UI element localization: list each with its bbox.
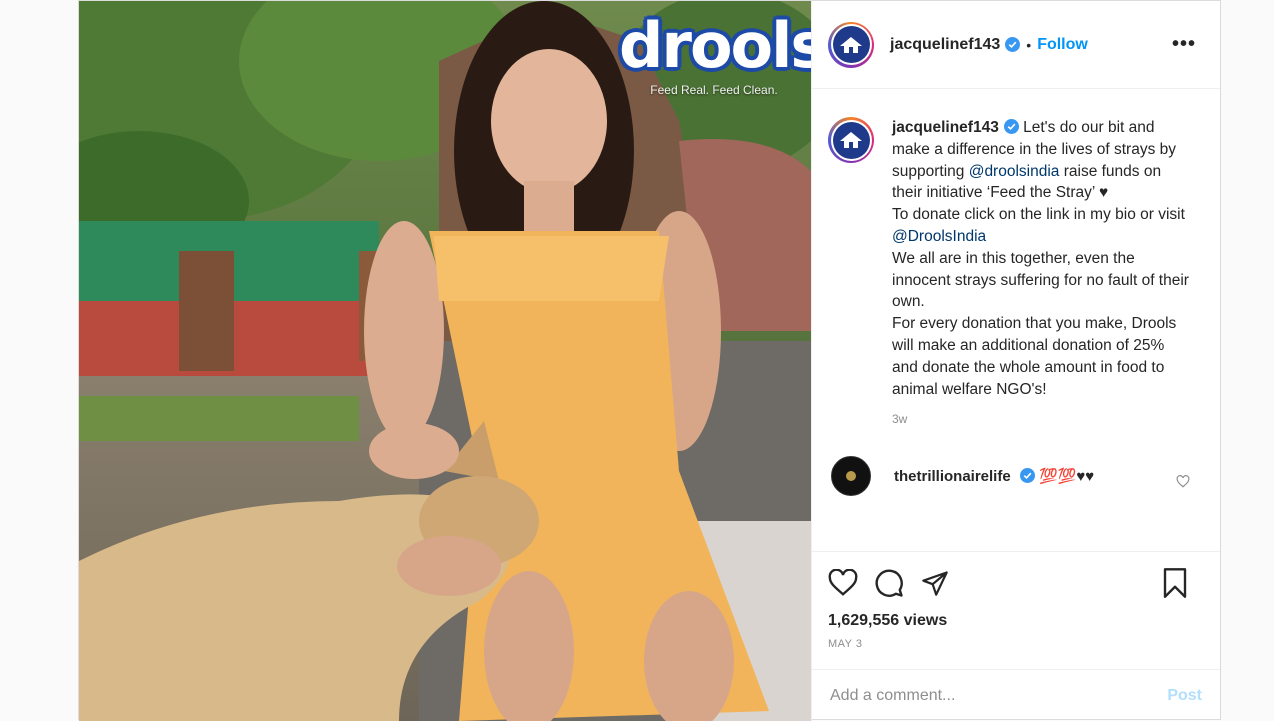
post-comment-button[interactable]: Post — [1167, 687, 1202, 705]
like-comment-icon[interactable] — [1176, 474, 1190, 488]
commenter-avatar[interactable] — [831, 456, 871, 497]
caption-timestamp[interactable]: 3w — [892, 412, 1204, 426]
comment-body: 💯💯♥♥ — [1039, 468, 1095, 486]
comment-bubble-icon[interactable] — [874, 568, 904, 598]
commenter-username[interactable]: thetrillionairelife — [894, 468, 1011, 485]
comment-text: thetrillionairelife 💯💯♥♥ — [894, 467, 1094, 485]
post-details-panel: jacquelinef143 • Follow ••• jacquelinef1… — [811, 1, 1220, 721]
verified-badge-icon — [1019, 468, 1035, 484]
share-paperplane-icon[interactable] — [920, 569, 950, 597]
profile-avatar[interactable] — [828, 21, 874, 68]
caption-line: To donate click on the link in my bio or… — [892, 206, 1185, 224]
post-header: jacquelinef143 • Follow ••• — [812, 1, 1220, 89]
post-date[interactable]: MAY 3 — [828, 638, 1204, 650]
caption-text: jacquelinef143 Let's do our bit and make… — [892, 117, 1192, 400]
post-caption: jacquelinef143 Let's do our bit and make… — [828, 117, 1204, 400]
post-video[interactable]: drools Feed Real. Feed Clean. — [79, 1, 811, 721]
verified-badge-icon — [1005, 37, 1021, 52]
avatar-emblem-icon — [840, 36, 862, 53]
comment-input[interactable] — [830, 686, 1168, 705]
instagram-post-modal: drools Feed Real. Feed Clean. jacqueline… — [78, 0, 1221, 721]
caption-line: For every donation that you make, Drools… — [892, 315, 1177, 398]
comment-item: thetrillionairelife 💯💯♥♥ — [828, 456, 1204, 497]
add-comment-bar: Post — [812, 669, 1220, 721]
avatar-emblem-icon — [840, 132, 862, 148]
follow-button[interactable]: Follow — [1037, 36, 1088, 54]
separator-dot: • — [1026, 36, 1032, 53]
drools-logo-overlay: drools Feed Real. Feed Clean. — [619, 9, 811, 98]
action-icons-row — [828, 566, 1204, 600]
verified-badge-icon — [1003, 119, 1019, 134]
post-actions: 1,629,556 views MAY 3 — [812, 551, 1220, 669]
post-author-username[interactable]: jacquelinef143 — [890, 36, 1000, 54]
brand-tagline: Feed Real. Feed Clean. — [650, 83, 778, 97]
more-options-button[interactable]: ••• — [1172, 33, 1204, 56]
view-count[interactable]: 1,629,556 views — [828, 612, 1204, 630]
save-bookmark-icon[interactable] — [1162, 568, 1188, 598]
comments-section[interactable]: jacquelinef143 Let's do our bit and make… — [812, 89, 1220, 551]
mention-link[interactable]: @droolsindia — [969, 163, 1060, 180]
like-heart-icon[interactable] — [828, 569, 858, 597]
video-frame — [79, 1, 811, 721]
caption-line: We all are in this together, even the in… — [892, 249, 1189, 311]
caption-username[interactable]: jacquelinef143 — [892, 119, 999, 136]
brand-logo: drools — [619, 9, 811, 82]
mention-link[interactable]: @DroolsIndia — [892, 228, 986, 245]
caption-avatar[interactable] — [828, 117, 874, 163]
